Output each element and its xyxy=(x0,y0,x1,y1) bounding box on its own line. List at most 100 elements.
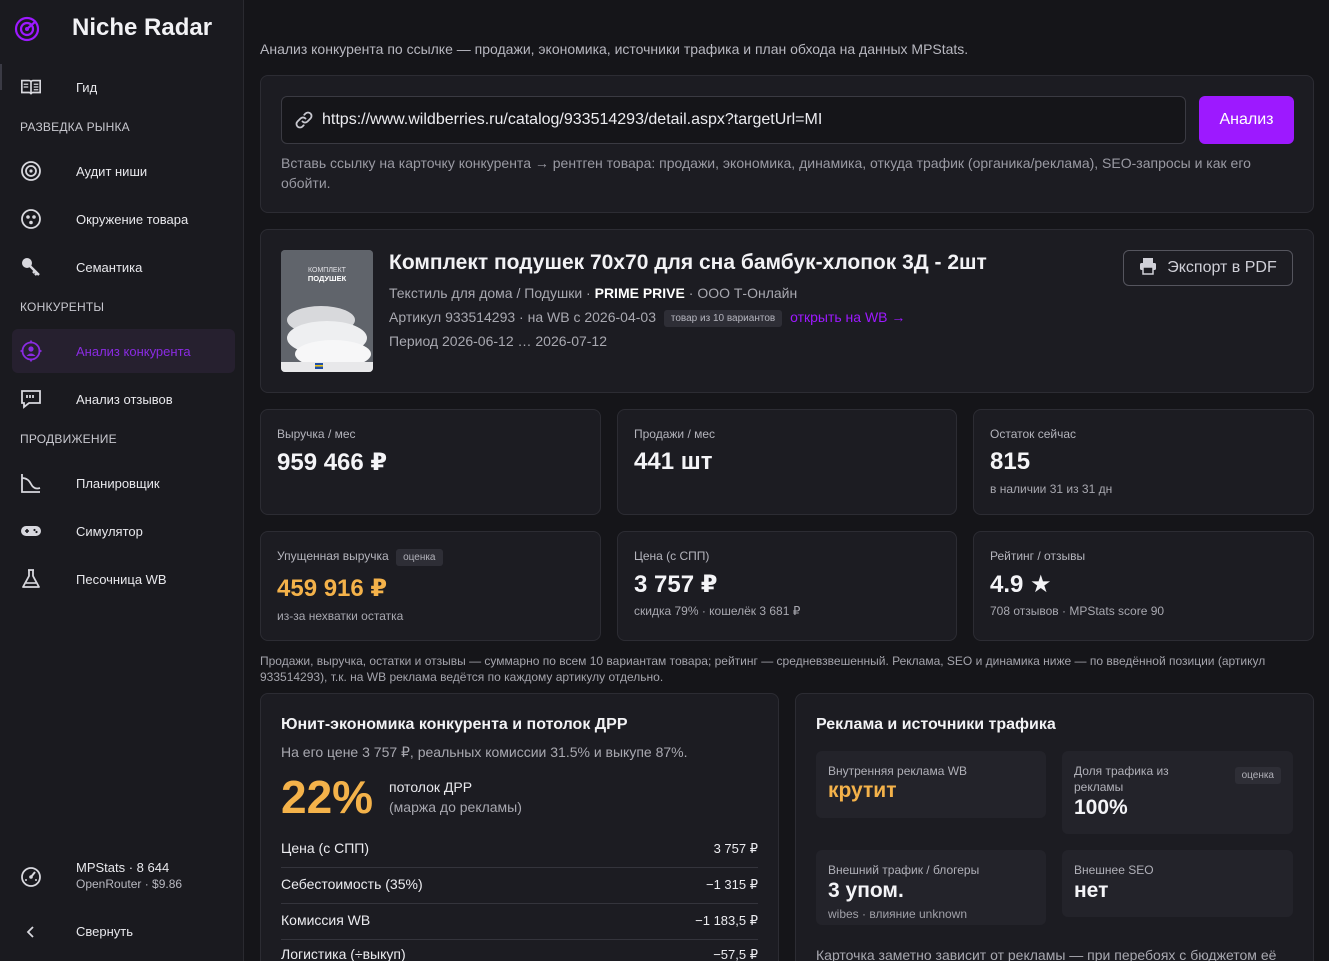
sidebar-item-simulator[interactable]: Симулятор xyxy=(12,509,235,553)
product-article-line: Артикул 933514293 · на WB с 2026-04-03 т… xyxy=(389,309,906,327)
traffic-title: Реклама и источники трафика xyxy=(816,716,1056,733)
key-icon xyxy=(20,256,42,278)
sidebar-item-guide[interactable]: Гид xyxy=(12,65,235,109)
tile-title: Внешний трафик / блогеры xyxy=(828,863,980,877)
gamepad-icon xyxy=(20,520,42,542)
openrouter-balance: OpenRouter · $9.86 xyxy=(76,877,183,891)
econ-value: 3 757 ₽ xyxy=(713,841,758,856)
url-field[interactable] xyxy=(281,96,1186,144)
search-card: Анализ Вставь ссылку на карточку конкуре… xyxy=(260,75,1314,213)
brand[interactable]: Niche Radar xyxy=(14,12,212,46)
section-competitors: КОНКУРЕНТЫ xyxy=(20,300,105,314)
tile-value: нет xyxy=(1074,879,1109,902)
printer-icon xyxy=(1139,257,1157,280)
stat-value: 459 916 ₽ xyxy=(277,575,388,602)
analyze-button[interactable]: Анализ xyxy=(1199,96,1294,144)
app-name: Niche Radar xyxy=(72,14,213,41)
search-hint: Вставь ссылку на карточку конкурента → р… xyxy=(281,155,1251,191)
sidebar-item-competitor-analysis[interactable]: Анализ конкурента xyxy=(12,329,235,373)
tile-value: 100% xyxy=(1074,796,1128,819)
collapse-button[interactable]: Свернуть xyxy=(12,916,235,946)
stat-value: 441 шт xyxy=(634,448,713,475)
sidebar-item-reviews[interactable]: Анализ отзывов xyxy=(12,377,235,421)
tile-value: 3 упом. xyxy=(828,879,904,902)
export-pdf-button[interactable]: Экспорт в PDF xyxy=(1123,250,1293,286)
stat-stock: Остаток сейчас 815 в наличии 31 из 31 дн xyxy=(973,409,1314,515)
product-period: Период 2026-06-12 … 2026-07-12 xyxy=(389,333,607,349)
stat-value: 959 466 ₽ xyxy=(277,449,388,476)
sidebar-item-label: Планировщик xyxy=(76,475,160,491)
traffic-card: Реклама и источники трафика Внутренняя р… xyxy=(795,693,1314,961)
tile-title: Внутренняя реклама WB xyxy=(828,764,968,778)
sidebar-item-label: Аудит ниши xyxy=(76,163,148,179)
quote-bubble-icon xyxy=(20,388,42,410)
page-intro: Анализ конкурента по ссылке — продажи, э… xyxy=(260,41,969,57)
estimate-badge: оценка xyxy=(396,549,443,566)
cluster-icon xyxy=(20,208,42,230)
tile-sub: wibes · влияние unknown xyxy=(828,907,968,921)
stat-sub: 708 отзывов · MPStats score 90 xyxy=(990,604,1165,618)
unit-economics-card: Юнит-экономика конкурента и потолок ДРР … xyxy=(260,693,779,961)
econ-row: Цена (с СПП) 3 757 ₽ xyxy=(281,832,758,868)
drr-ceiling-value: 22% xyxy=(281,771,374,823)
product-article: Артикул 933514293 xyxy=(389,309,516,325)
econ-row: Комиссия WB −1 183,5 ₽ xyxy=(281,904,758,940)
stat-title: Остаток сейчас xyxy=(990,427,1077,441)
export-pdf-label: Экспорт в PDF xyxy=(1167,259,1277,276)
url-input[interactable] xyxy=(322,97,1172,143)
traffic-note: Карточка заметно зависит от рекламы — пр… xyxy=(816,947,1277,961)
open-on-wb-link[interactable]: открыть на WB → xyxy=(790,309,905,325)
stat-sub: скидка 79% · кошелёк 3 681 ₽ xyxy=(634,604,801,618)
chart-planner-icon xyxy=(20,472,42,494)
balance-widget[interactable]: MPStats · 8 644 OpenRouter · $9.86 xyxy=(12,858,235,898)
econ-key: Комиссия WB xyxy=(281,912,371,928)
product-title: Комплект подушек 70х70 для сна бамбук-хл… xyxy=(389,251,987,274)
thumb-text-1: КОМПЛЕКТ xyxy=(308,267,347,274)
product-since: на WB с 2026-04-03 xyxy=(527,309,656,325)
stat-rating: Рейтинг / отзывы 4.9 ★ 708 отзывов · MPS… xyxy=(973,531,1314,641)
sidebar-item-label: Песочница WB xyxy=(76,571,167,587)
tile-external-traffic: Внешний трафик / блогеры 3 упом. wibes ·… xyxy=(816,850,1046,925)
estimate-badge: оценка xyxy=(1234,767,1281,784)
stat-title: Выручка / мес xyxy=(277,427,356,441)
econ-row: Себестоимость (35%) −1 315 ₽ xyxy=(281,868,758,904)
tile-external-seo: Внешнее SEO нет xyxy=(1062,850,1293,917)
product-category-line: Текстиль для дома / Подушки · PRIME PRIV… xyxy=(389,285,798,301)
link-icon xyxy=(294,110,314,135)
stat-sales: Продажи / мес 441 шт xyxy=(617,409,957,515)
gauge-icon xyxy=(20,866,42,888)
crosshair-user-icon xyxy=(20,340,42,362)
stat-value: 3 757 ₽ xyxy=(634,571,718,598)
mpstats-balance: MPStats · 8 644 xyxy=(76,860,170,875)
sidebar-item-product-surroundings[interactable]: Окружение товара xyxy=(12,197,235,241)
econ-value: −1 183,5 ₽ xyxy=(695,913,758,928)
stat-revenue: Выручка / мес 959 466 ₽ xyxy=(260,409,601,515)
variants-badge: товар из 10 вариантов xyxy=(663,310,783,327)
unit-econ-title: Юнит-экономика конкурента и потолок ДРР xyxy=(281,716,628,733)
tile-value: крутит xyxy=(828,779,897,802)
product-image[interactable]: КОМПЛЕКТ ПОДУШЕК xyxy=(281,250,373,372)
product-category: Текстиль для дома / Подушки xyxy=(389,285,583,301)
sidebar: Niche Radar Гид РАЗВЕДКА РЫНКА Аудит ниш… xyxy=(0,0,244,961)
drr-ceiling-label: потолок ДРР xyxy=(389,779,473,795)
econ-key: Себестоимость (35%) xyxy=(281,876,423,892)
tile-title: Доля трафика из рекламы xyxy=(1074,764,1169,794)
stat-title: Рейтинг / отзывы xyxy=(990,549,1086,563)
econ-key: Логистика (÷выкуп) xyxy=(281,946,406,961)
unit-econ-subtitle: На его цене 3 757 ₽, реальных комиссии 3… xyxy=(281,744,688,760)
sidebar-item-niche-audit[interactable]: Аудит ниши xyxy=(12,149,235,193)
sidebar-item-wb-sandbox[interactable]: Песочница WB xyxy=(12,557,235,601)
flask-icon xyxy=(20,568,42,590)
sidebar-item-planner[interactable]: Планировщик xyxy=(12,461,235,505)
tile-internal-ads: Внутренняя реклама WB крутит xyxy=(816,751,1046,818)
section-market: РАЗВЕДКА РЫНКА xyxy=(20,120,130,134)
stat-title: Упущенная выручка xyxy=(277,549,389,563)
econ-value: −1 315 ₽ xyxy=(705,877,758,892)
sidebar-item-semantics[interactable]: Семантика xyxy=(12,245,235,289)
book-icon xyxy=(20,76,42,98)
stat-lost-revenue: Упущенная выручка оценка 459 916 ₽ из-за… xyxy=(260,531,601,641)
collapse-label: Свернуть xyxy=(76,924,134,939)
radar-logo-icon xyxy=(14,16,40,42)
stat-value: 4.9 ★ xyxy=(990,571,1052,598)
sidebar-item-label: Гид xyxy=(76,79,98,95)
